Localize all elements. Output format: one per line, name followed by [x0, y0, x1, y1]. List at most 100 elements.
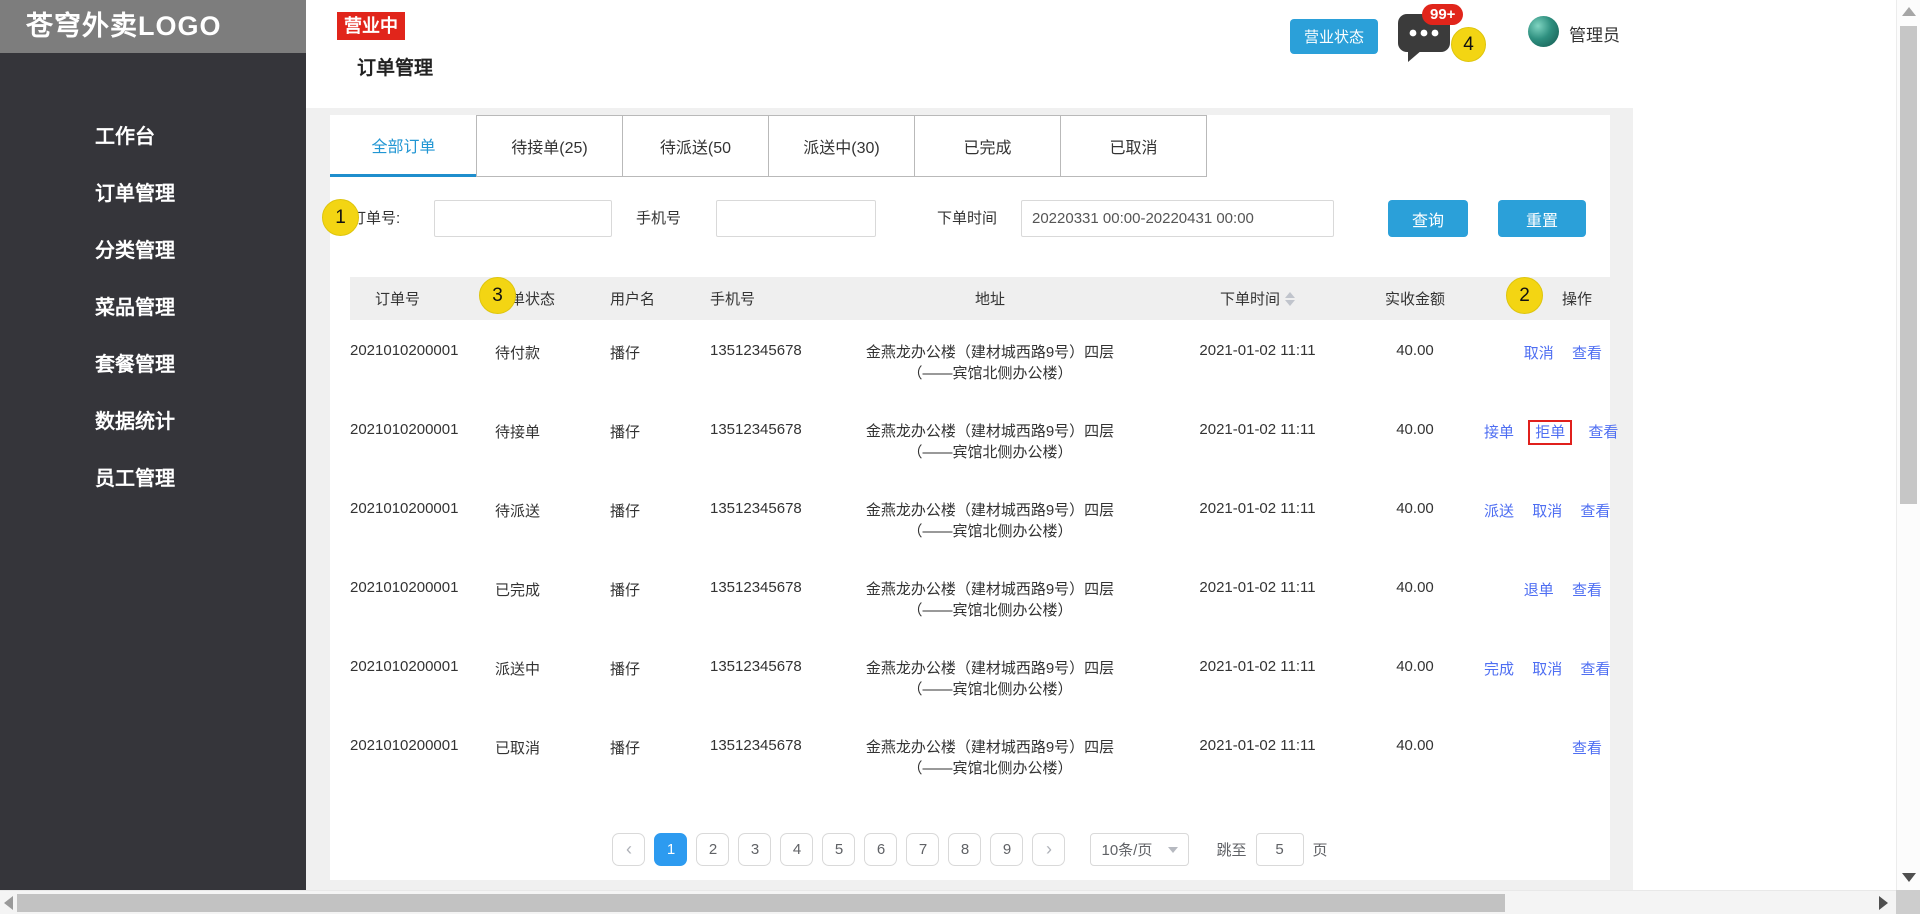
page-button-9[interactable]: 9	[990, 833, 1024, 866]
page-button-6[interactable]: 6	[864, 833, 898, 866]
address-line2: （——宾馆北侧办公楼）	[907, 365, 1073, 382]
sort-desc-icon[interactable]	[1285, 299, 1295, 306]
page-button-7[interactable]: 7	[906, 833, 940, 866]
scroll-down-arrow-icon[interactable]	[1902, 873, 1916, 882]
sidebar-item-workbench[interactable]: 工作台	[0, 109, 306, 166]
filter-bar: 订单号: 手机号 下单时间 查询 重置	[330, 200, 1610, 237]
pagination: ‹ 1 2 3 4 5 6 7 8 9 › 10条/页 跳至 页	[330, 833, 1610, 866]
cell-amount: 40.00	[1396, 421, 1434, 438]
cell-phone: 13512345678	[710, 658, 802, 675]
action-cancel-link[interactable]: 取消	[1524, 345, 1554, 362]
phone-input[interactable]	[716, 200, 876, 237]
table-row: 2021010200001 已取消 播仔 13512345678 金燕龙办公楼（…	[350, 715, 1610, 794]
scroll-right-arrow-icon[interactable]	[1879, 896, 1888, 910]
sidebar-item-orders[interactable]: 订单管理	[0, 166, 306, 223]
chevron-right-icon: ›	[1045, 839, 1052, 859]
cell-phone: 13512345678	[710, 342, 802, 359]
cell-order-no: 2021010200001	[350, 579, 459, 596]
cell-amount: 40.00	[1396, 658, 1434, 675]
orders-table: 订单号 订单状态 用户名 手机号 地址 下单时间 实收金额 操作 2021010…	[350, 277, 1618, 794]
action-cancel-link[interactable]: 取消	[1532, 661, 1562, 678]
cell-status: 待派送	[495, 503, 541, 520]
reset-button[interactable]: 重置	[1498, 200, 1586, 237]
cell-actions: 完成 取消 查看	[1470, 658, 1610, 679]
tab-pending-dispatch[interactable]: 待派送(50	[622, 115, 769, 177]
tab-cancelled[interactable]: 已取消	[1060, 115, 1207, 177]
avatar[interactable]	[1528, 16, 1559, 47]
action-view-link[interactable]: 查看	[1580, 503, 1610, 520]
annotation-marker-2: 2	[1506, 277, 1543, 314]
action-reject-link[interactable]: 拒单	[1528, 420, 1573, 445]
action-complete-link[interactable]: 完成	[1484, 661, 1514, 678]
sidebar-item-categories[interactable]: 分类管理	[0, 223, 306, 280]
tab-all-orders[interactable]: 全部订单	[330, 115, 477, 177]
scroll-up-arrow-icon[interactable]	[1902, 7, 1916, 16]
sort-icon[interactable]	[1285, 291, 1295, 306]
action-view-link[interactable]: 查看	[1572, 740, 1602, 757]
scroll-left-arrow-icon[interactable]	[4, 896, 13, 910]
page-button-1[interactable]: 1	[654, 833, 688, 866]
address-line2: （——宾馆北侧办公楼）	[907, 760, 1073, 777]
business-status-button[interactable]: 营业状态	[1290, 19, 1378, 54]
address-line2: （——宾馆北侧办公楼）	[907, 523, 1073, 540]
sidebar-item-statistics[interactable]: 数据统计	[0, 394, 306, 451]
tab-pending-accept[interactable]: 待接单(25)	[476, 115, 623, 177]
horizontal-scrollbar[interactable]	[0, 890, 1896, 914]
page-button-5[interactable]: 5	[822, 833, 856, 866]
action-refund-link[interactable]: 退单	[1524, 582, 1554, 599]
page-button-3[interactable]: 3	[738, 833, 772, 866]
page-size-value: 10条/页	[1101, 842, 1153, 859]
tab-dispatching[interactable]: 派送中(30)	[768, 115, 915, 177]
tab-completed[interactable]: 已完成	[914, 115, 1061, 177]
sort-asc-icon[interactable]	[1285, 291, 1295, 298]
cell-phone: 13512345678	[710, 421, 802, 438]
cell-address: 金燕龙办公楼（建材城西路9号）四层 （——宾馆北侧办公楼）	[825, 737, 1155, 779]
cell-amount: 40.00	[1396, 500, 1434, 517]
address-line2: （——宾馆北侧办公楼）	[907, 444, 1073, 461]
address-line1: 金燕龙办公楼（建材城西路9号）四层	[865, 423, 1115, 440]
business-open-badge: 营业中	[337, 12, 405, 40]
table-row: 2021010200001 派送中 播仔 13512345678 金燕龙办公楼（…	[350, 636, 1610, 715]
horizontal-scrollbar-thumb[interactable]	[17, 894, 1505, 912]
header-order-no: 订单号	[375, 291, 421, 308]
search-button[interactable]: 查询	[1388, 200, 1468, 237]
page-button-8[interactable]: 8	[948, 833, 982, 866]
cell-time: 2021-01-02 11:11	[1199, 579, 1316, 596]
page-button-2[interactable]: 2	[696, 833, 730, 866]
table-row: 2021010200001 待派送 播仔 13512345678 金燕龙办公楼（…	[350, 478, 1610, 557]
cell-user: 播仔	[610, 661, 641, 678]
cell-address: 金燕龙办公楼（建材城西路9号）四层 （——宾馆北侧办公楼）	[825, 658, 1155, 700]
header-user: 用户名	[610, 291, 656, 308]
page-size-select[interactable]: 10条/页	[1090, 833, 1190, 866]
cell-phone: 13512345678	[710, 737, 802, 754]
order-time-range-input[interactable]	[1021, 200, 1334, 237]
address-line1: 金燕龙办公楼（建材城西路9号）四层	[865, 739, 1115, 756]
vertical-scrollbar[interactable]	[1896, 0, 1920, 890]
admin-name: 管理员	[1569, 26, 1620, 45]
sidebar-item-combos[interactable]: 套餐管理	[0, 337, 306, 394]
action-view-link[interactable]: 查看	[1588, 424, 1618, 441]
action-view-link[interactable]: 查看	[1580, 661, 1610, 678]
header-order-time[interactable]: 下单时间	[1155, 288, 1360, 309]
cell-status: 已完成	[495, 582, 541, 599]
action-dispatch-link[interactable]: 派送	[1484, 503, 1514, 520]
sidebar-item-employees[interactable]: 员工管理	[0, 451, 306, 508]
cell-status: 待接单	[495, 424, 541, 441]
action-view-link[interactable]: 查看	[1572, 582, 1602, 599]
next-page-button[interactable]: ›	[1032, 833, 1066, 866]
sidebar-item-dishes[interactable]: 菜品管理	[0, 280, 306, 337]
order-no-input[interactable]	[434, 200, 612, 237]
jump-page-input[interactable]	[1255, 833, 1304, 866]
action-accept-link[interactable]: 接单	[1484, 424, 1514, 441]
cell-actions: 接单 拒单 查看	[1470, 420, 1618, 445]
header-address: 地址	[974, 291, 1005, 308]
cell-actions: 查看	[1470, 737, 1610, 758]
app-window: 苍穹外卖LOGO 工作台 订单管理 分类管理 菜品管理 套餐管理 数据统计 员工…	[0, 0, 1920, 914]
page-button-4[interactable]: 4	[780, 833, 814, 866]
action-view-link[interactable]: 查看	[1572, 345, 1602, 362]
cell-user: 播仔	[610, 740, 641, 757]
action-cancel-link[interactable]: 取消	[1532, 503, 1562, 520]
vertical-scrollbar-thumb[interactable]	[1900, 26, 1917, 504]
prev-page-button[interactable]: ‹	[612, 833, 646, 866]
chevron-down-icon	[1168, 846, 1179, 853]
